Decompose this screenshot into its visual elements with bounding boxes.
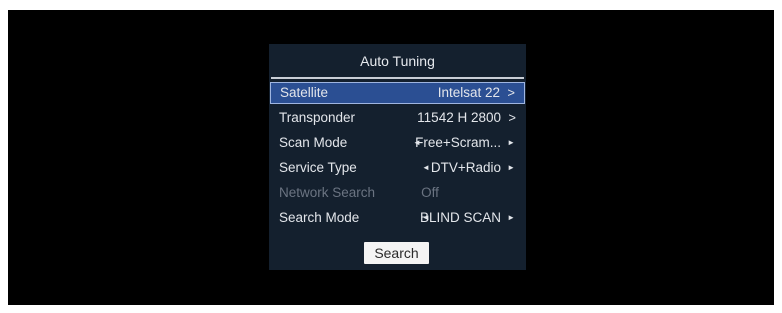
search-mode-label: Search Mode (279, 210, 360, 225)
triangle-right-icon[interactable]: ► (507, 157, 515, 179)
satellite-value: Intelsat 22 (437, 85, 500, 100)
triangle-right-icon[interactable]: ► (507, 132, 515, 154)
menu-row-satellite[interactable]: Satellite Intelsat 22 > (270, 82, 525, 104)
triangle-left-icon[interactable]: ◄ (422, 157, 430, 179)
menu-row-network-search: Network Search Off (270, 182, 525, 204)
transponder-label: Transponder (279, 110, 356, 125)
menu-row-service-type[interactable]: Service Type ◄ DTV+Radio ► (270, 157, 525, 179)
service-type-label: Service Type (279, 160, 357, 175)
auto-tuning-panel: Auto Tuning Satellite Intelsat 22 > Tran… (269, 44, 526, 270)
transponder-value: 11542 H 2800 (417, 110, 501, 125)
triangle-right-icon[interactable]: ► (507, 207, 515, 229)
panel-title: Auto Tuning (360, 53, 435, 69)
menu-row-transponder[interactable]: Transponder 11542 H 2800 > (270, 107, 525, 129)
search-button[interactable]: Search (364, 242, 429, 264)
service-type-value: DTV+Radio (430, 160, 501, 175)
scan-mode-label: Scan Mode (279, 135, 348, 150)
title-divider (271, 77, 524, 79)
chevron-right-icon: > (508, 110, 516, 125)
satellite-label: Satellite (280, 85, 329, 100)
network-search-value: Off (421, 185, 439, 200)
menu-row-scan-mode[interactable]: Scan Mode ◄ Free+Scram... ► (270, 132, 525, 154)
network-search-label: Network Search (279, 185, 376, 200)
menu-row-search-mode[interactable]: Search Mode ◄ BLIND SCAN ► (270, 207, 525, 229)
scan-mode-value: Free+Scram... (415, 135, 501, 150)
chevron-right-icon: > (507, 85, 515, 100)
search-mode-value: BLIND SCAN (419, 210, 501, 225)
